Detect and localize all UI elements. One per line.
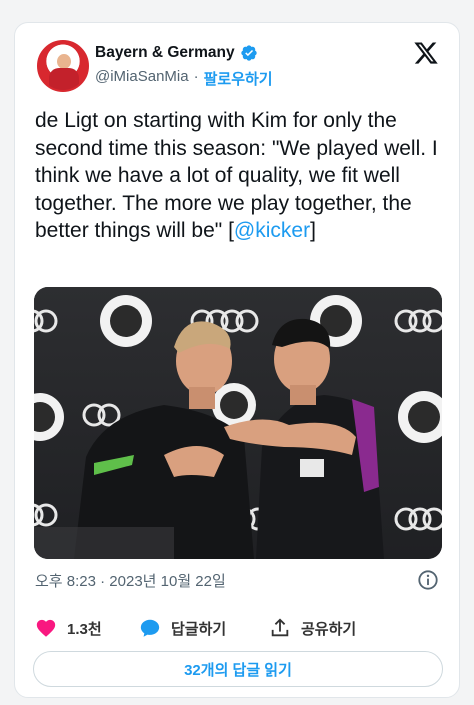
reply-label: 답글하기 <box>171 620 227 638</box>
tweet-photo[interactable] <box>34 287 442 559</box>
heart-icon <box>36 619 56 637</box>
verified-badge-icon <box>240 45 257 61</box>
tweet-actions: 1.3천 답글하기 공유하기 <box>35 617 445 641</box>
info-icon[interactable] <box>417 569 439 591</box>
handle-separator: · <box>193 68 199 85</box>
photo-illustration <box>34 287 442 559</box>
author-handle-row: @iMiaSanMia · 팔로우하기 <box>95 68 273 89</box>
source-bracket-close: ] <box>310 219 316 242</box>
tweet-card: Bayern & Germany @iMiaSanMia · 팔로우하기 de … <box>14 22 460 698</box>
likes-count: 1.3천 <box>67 620 102 638</box>
author-avatar[interactable] <box>37 40 89 92</box>
read-replies-button[interactable]: 32개의 답글 읽기 <box>33 651 443 687</box>
author-handle[interactable]: @iMiaSanMia <box>95 68 189 89</box>
author-name-row[interactable]: Bayern & Germany <box>95 44 258 62</box>
tweet-timestamp[interactable]: 오후 8:23 · 2023년 10월 22일 <box>35 570 226 591</box>
follow-button[interactable]: 팔로우하기 <box>204 68 273 89</box>
author-display-name[interactable]: Bayern & Germany <box>95 44 235 62</box>
x-logo-icon[interactable] <box>413 40 439 66</box>
share-button[interactable]: 공유하기 <box>269 617 356 639</box>
mention-link[interactable]: @kicker <box>234 219 310 242</box>
tweet-text: de Ligt on starting with Kim for only th… <box>35 107 445 245</box>
reply-bubble-icon <box>140 619 160 637</box>
reply-button[interactable]: 답글하기 <box>139 617 226 639</box>
share-icon <box>271 618 289 637</box>
like-button[interactable]: 1.3천 <box>35 617 102 639</box>
share-label: 공유하기 <box>301 620 357 638</box>
